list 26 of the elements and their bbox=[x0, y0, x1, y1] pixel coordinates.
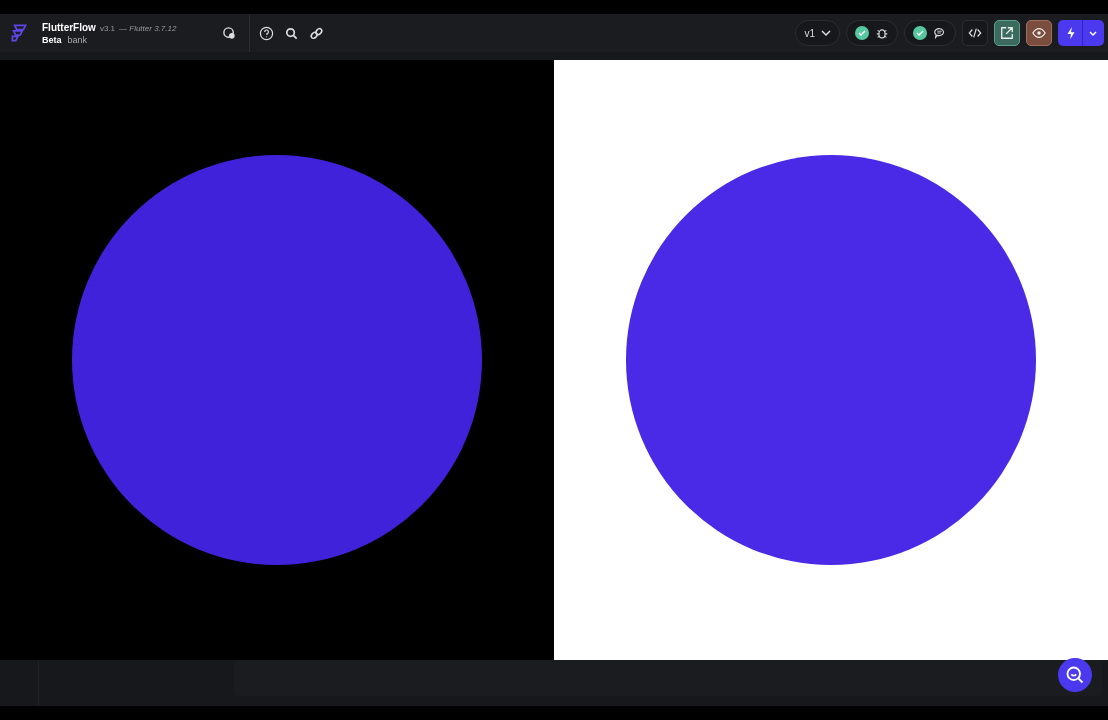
help-icon[interactable] bbox=[259, 25, 274, 41]
eye-icon bbox=[1032, 26, 1046, 40]
chevron-down-icon bbox=[821, 28, 831, 38]
code-button[interactable] bbox=[962, 20, 988, 46]
check-icon bbox=[855, 26, 869, 40]
palette-icon[interactable] bbox=[222, 25, 237, 41]
run-button[interactable] bbox=[1058, 20, 1104, 46]
version-dropdown[interactable]: v1 bbox=[795, 20, 840, 46]
search-icon bbox=[1065, 665, 1085, 685]
preview-button[interactable] bbox=[1026, 20, 1052, 46]
comments-status-button[interactable] bbox=[904, 20, 956, 46]
external-link-icon bbox=[1000, 26, 1014, 40]
app-name: FlutterFlow bbox=[42, 21, 96, 33]
debug-status-button[interactable] bbox=[846, 20, 898, 46]
open-external-button[interactable] bbox=[994, 20, 1020, 46]
link-icon[interactable] bbox=[309, 25, 324, 41]
project-name: bank bbox=[67, 34, 88, 45]
bug-icon bbox=[875, 26, 889, 40]
version-label: v3.1 bbox=[99, 23, 115, 33]
flutter-version-label: — Flutter 3.7.12 bbox=[119, 23, 177, 33]
beta-label: Beta bbox=[42, 34, 62, 45]
search-icon[interactable] bbox=[284, 25, 299, 41]
check-icon bbox=[913, 26, 927, 40]
chevron-down-icon[interactable] bbox=[1087, 28, 1098, 38]
code-icon bbox=[968, 26, 982, 40]
chat-bubble-icon bbox=[933, 26, 947, 40]
